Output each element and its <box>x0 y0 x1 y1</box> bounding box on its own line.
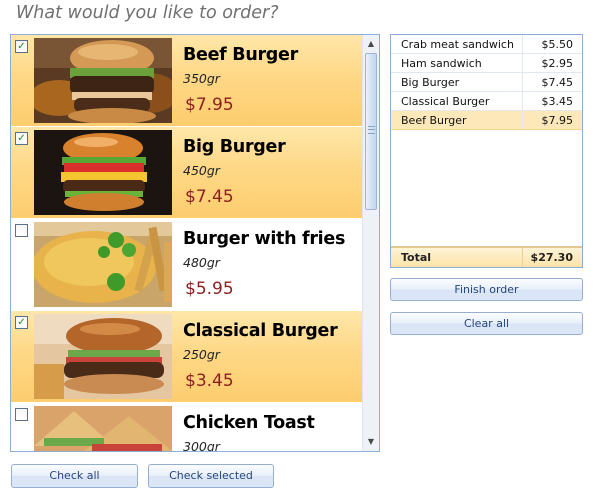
order-item-price: $3.45 <box>541 95 574 108</box>
total-label: Total <box>401 251 432 264</box>
big-burger-photo <box>34 130 172 215</box>
order-total-row: Total $27.30 <box>391 246 582 267</box>
scroll-up-arrow-icon[interactable]: ▲ <box>363 36 379 52</box>
order-row[interactable]: Ham sandwich $2.95 <box>391 54 582 73</box>
burger-with-fries-photo <box>34 222 172 307</box>
order-item-name: Ham sandwich <box>401 57 482 70</box>
product-weight: 480gr <box>183 255 220 270</box>
product-name: Beef Burger <box>183 45 298 65</box>
grip-icon <box>368 126 375 134</box>
scrollbar-thumb[interactable] <box>365 53 377 210</box>
order-row[interactable]: Big Burger $7.45 <box>391 73 582 92</box>
product-name: Burger with fries <box>183 229 346 249</box>
product-name: Chicken Toast <box>183 413 315 433</box>
product-price: $3.45 <box>185 371 234 391</box>
order-item-name: Classical Burger <box>401 95 490 108</box>
product-weight: 300gr <box>183 439 220 452</box>
product-name: Classical Burger <box>183 321 338 341</box>
column-divider <box>522 111 523 129</box>
product-name: Big Burger <box>183 137 286 157</box>
product-weight: 450gr <box>183 163 220 178</box>
order-item-price: $7.95 <box>541 114 574 127</box>
product-list[interactable]: ✓ Beef Burger 350gr $7.95 ✓ Big Burger 4… <box>10 34 380 452</box>
order-table[interactable]: Crab meat sandwich $5.50 Ham sandwich $2… <box>390 34 583 268</box>
product-row-classical-burger[interactable]: ✓ Classical Burger 250gr $3.45 <box>11 311 363 403</box>
product-checkbox[interactable] <box>15 408 28 421</box>
order-item-price: $7.45 <box>541 76 574 89</box>
order-item-price: $5.50 <box>541 38 574 51</box>
order-row-selected[interactable]: Beef Burger $7.95 <box>391 111 582 130</box>
beef-burger-photo <box>34 38 172 123</box>
product-weight: 350gr <box>183 71 220 86</box>
clear-all-button[interactable]: Clear all <box>390 312 583 335</box>
total-value: $27.30 <box>530 251 573 264</box>
order-item-name: Beef Burger <box>401 114 467 127</box>
chicken-toast-photo <box>34 406 172 451</box>
product-checkbox[interactable]: ✓ <box>15 132 28 145</box>
product-checkbox[interactable] <box>15 224 28 237</box>
product-checkbox[interactable]: ✓ <box>15 40 28 53</box>
vertical-scrollbar[interactable]: ▲ ▼ <box>362 35 379 451</box>
order-row[interactable]: Crab meat sandwich $5.50 <box>391 35 582 54</box>
column-divider <box>522 248 523 267</box>
product-price: $7.45 <box>185 187 234 207</box>
column-divider <box>522 73 523 91</box>
product-price: $5.95 <box>185 279 234 299</box>
order-item-name: Crab meat sandwich <box>401 38 514 51</box>
column-divider <box>522 92 523 110</box>
product-rows: ✓ Beef Burger 350gr $7.95 ✓ Big Burger 4… <box>11 35 363 452</box>
product-weight: 250gr <box>183 347 220 362</box>
product-row-beef-burger[interactable]: ✓ Beef Burger 350gr $7.95 <box>11 35 363 127</box>
column-divider <box>522 35 523 53</box>
product-checkbox[interactable]: ✓ <box>15 316 28 329</box>
product-price: $7.95 <box>185 95 234 115</box>
product-row-burger-with-fries[interactable]: Burger with fries 480gr $5.95 <box>11 219 363 311</box>
column-divider <box>522 54 523 72</box>
order-item-price: $2.95 <box>541 57 574 70</box>
finish-order-button[interactable]: Finish order <box>390 278 583 301</box>
page-heading: What would you like to order? <box>16 3 279 23</box>
check-all-button[interactable]: Check all <box>11 464 138 488</box>
scroll-down-arrow-icon[interactable]: ▼ <box>363 434 379 450</box>
classical-burger-photo <box>34 314 172 399</box>
product-row-chicken-toast[interactable]: Chicken Toast 300gr <box>11 403 363 452</box>
order-row[interactable]: Classical Burger $3.45 <box>391 92 582 111</box>
product-row-big-burger[interactable]: ✓ Big Burger 450gr $7.45 <box>11 127 363 219</box>
order-item-name: Big Burger <box>401 76 460 89</box>
check-selected-button[interactable]: Check selected <box>148 464 274 488</box>
